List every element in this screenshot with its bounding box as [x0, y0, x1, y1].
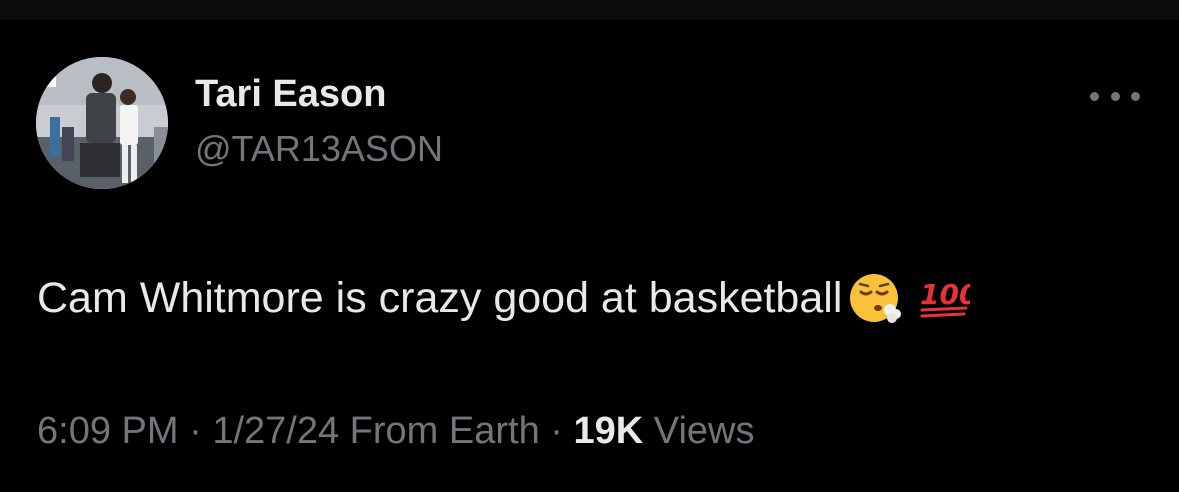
display-name[interactable]: Tari Eason [195, 73, 386, 116]
tweet-text-row: Cam Whitmore is crazy good at basketball… [37, 270, 970, 326]
avatar-photo [36, 57, 168, 189]
more-horizontal-icon [1131, 91, 1140, 101]
tweet-source: From Earth [349, 410, 540, 452]
tweet-meta: 6:09 PM · 1/27/24 From Earth · 19K Views [37, 410, 754, 453]
meta-separator: · [189, 410, 202, 452]
face-exhaling-emoji [848, 270, 904, 326]
more-horizontal-icon [1090, 91, 1099, 101]
view-count[interactable]: 19K [574, 410, 644, 452]
user-handle[interactable]: @TAR13ASON [195, 128, 443, 170]
tweet-text: Cam Whitmore is crazy good at basketball [37, 273, 843, 322]
more-horizontal-icon [1110, 91, 1120, 101]
meta-separator: · [550, 410, 563, 452]
svg-text:100: 100 [920, 278, 970, 311]
tweet-card[interactable]: Tari Eason @TAR13ASON Cam Whitmore is cr… [0, 20, 1179, 492]
more-options-button[interactable] [1090, 84, 1140, 108]
top-strip [0, 0, 1179, 20]
views-label[interactable]: Views [654, 410, 755, 452]
tweet-date[interactable]: 1/27/24 [212, 410, 339, 452]
avatar[interactable] [36, 57, 168, 189]
hundred-points-emoji: 100 [918, 272, 970, 324]
tweet-time[interactable]: 6:09 PM [37, 410, 179, 452]
